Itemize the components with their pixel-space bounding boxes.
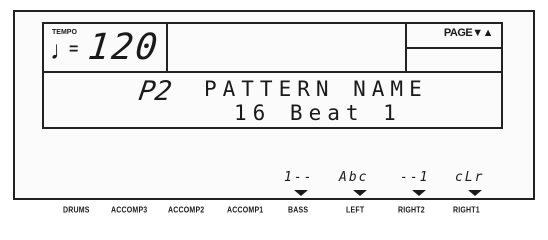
function-code-right2: --1 xyxy=(400,170,430,185)
bass-button[interactable]: BASS xyxy=(288,206,308,214)
function-code-right1: cLr xyxy=(455,170,485,185)
left-button[interactable]: LEFT xyxy=(346,206,364,214)
pattern-name-panel: P2 PATTERN NAME 16 Beat 1 xyxy=(42,71,503,129)
pattern-code: P2 xyxy=(136,76,174,107)
track-drums[interactable]: DRUMS xyxy=(63,206,90,214)
track-accomp2[interactable]: ACCOMP2 xyxy=(168,206,204,214)
tempo-display: TEMPO ♩ = 120 xyxy=(44,24,168,71)
bottom-label-row: DRUMS ACCOMP3 ACCOMP2 ACCOMP1 BASS LEFT … xyxy=(0,206,548,221)
function-code-left: Abc xyxy=(339,170,369,185)
track-accomp3[interactable]: ACCOMP3 xyxy=(111,206,147,214)
right2-button[interactable]: RIGHT2 xyxy=(398,206,425,214)
page-indicator-top: PAGE▼▲ xyxy=(407,24,501,49)
page-arrows-icon: ▼▲ xyxy=(472,27,493,39)
arrow-down-icon xyxy=(412,190,426,196)
tempo-value: 120 xyxy=(85,27,162,68)
right1-button[interactable]: RIGHT1 xyxy=(453,206,480,214)
page-label: PAGE xyxy=(443,27,473,39)
blank-segment xyxy=(168,24,407,71)
tempo-equals: = xyxy=(69,41,79,58)
top-row: TEMPO ♩ = 120 PAGE▼▲ xyxy=(42,22,503,73)
track-accomp1[interactable]: ACCOMP1 xyxy=(227,206,263,214)
function-code-bass: 1-- xyxy=(284,170,314,185)
page-label-group: PAGE▼▲ xyxy=(443,27,494,39)
pattern-name: 16 Beat 1 xyxy=(234,101,402,125)
arrow-down-icon xyxy=(294,190,308,196)
arrow-down-icon xyxy=(468,190,482,196)
pattern-title: PATTERN NAME xyxy=(204,77,428,101)
page-indicator: PAGE▼▲ xyxy=(407,24,501,71)
arrow-down-icon xyxy=(353,190,367,196)
